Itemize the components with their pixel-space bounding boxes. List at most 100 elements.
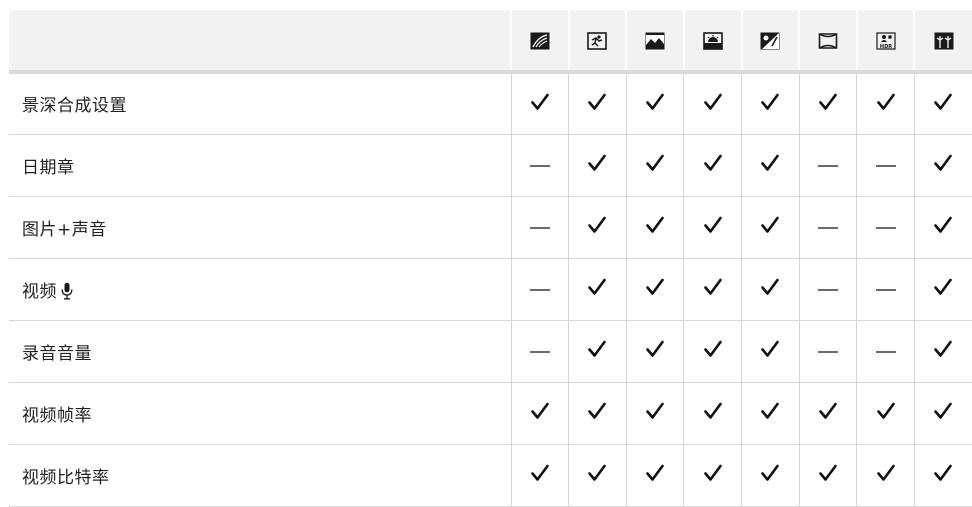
checkmark-icon bbox=[645, 153, 665, 173]
compat-cell bbox=[511, 444, 570, 507]
compat-cell bbox=[799, 134, 858, 197]
mode-compatibility-table: HDR 景深合成设置 日期章 图片+声音 视频 录音音量 视频帧率 视频比特率 bbox=[9, 10, 972, 507]
compat-cell bbox=[856, 72, 915, 135]
feature-label: 录音音量 bbox=[22, 343, 92, 364]
compat-cell bbox=[914, 196, 972, 259]
compat-cell bbox=[568, 382, 627, 445]
table-row: 景深合成设置 bbox=[9, 72, 972, 135]
checkmark-icon bbox=[933, 463, 953, 483]
compat-cell bbox=[741, 258, 800, 321]
row-label-cell: 视频比特率 bbox=[9, 444, 512, 507]
dash-icon bbox=[875, 227, 896, 229]
checkmark-icon bbox=[818, 401, 838, 421]
feature-label: 视频比特率 bbox=[22, 467, 110, 488]
row-label-cell: 录音音量 bbox=[9, 320, 512, 383]
compat-cell bbox=[683, 196, 742, 259]
compat-cell bbox=[856, 320, 915, 383]
checkmark-icon bbox=[645, 339, 665, 359]
compat-cell bbox=[626, 444, 685, 507]
checkmark-icon bbox=[933, 339, 953, 359]
checkmark-icon bbox=[760, 92, 780, 112]
checkmark-icon bbox=[876, 92, 896, 112]
compat-cell bbox=[799, 196, 858, 259]
checkmark-icon bbox=[587, 277, 607, 297]
checkmark-icon bbox=[760, 339, 780, 359]
checkmark-icon bbox=[760, 463, 780, 483]
compat-cell bbox=[683, 72, 742, 135]
header-mode-cell bbox=[741, 10, 801, 74]
compat-cell bbox=[741, 320, 800, 383]
checkmark-icon bbox=[933, 92, 953, 112]
compat-cell bbox=[568, 258, 627, 321]
table-row: 视频比特率 bbox=[9, 444, 972, 507]
table-row: 图片+声音 bbox=[9, 196, 972, 259]
checkmark-icon bbox=[703, 92, 723, 112]
compat-cell bbox=[799, 444, 858, 507]
header-mode-cell bbox=[511, 10, 570, 74]
compat-cell bbox=[914, 72, 972, 135]
panorama-icon bbox=[818, 32, 838, 50]
checkmark-icon bbox=[703, 339, 723, 359]
compat-cell bbox=[626, 72, 685, 135]
header-row: HDR bbox=[9, 10, 972, 74]
hdr-icon: HDR bbox=[875, 32, 896, 50]
feature-label: 图片+声音 bbox=[22, 219, 107, 240]
header-mode-cell bbox=[914, 10, 972, 74]
header-label-cell bbox=[9, 10, 512, 74]
compat-cell bbox=[683, 444, 742, 507]
checkmark-icon bbox=[645, 463, 665, 483]
dash-icon bbox=[529, 165, 550, 167]
dash-icon bbox=[529, 289, 550, 291]
checkmark-icon bbox=[587, 92, 607, 112]
checkmark-icon bbox=[645, 401, 665, 421]
compat-cell bbox=[511, 196, 570, 259]
checkmark-icon bbox=[760, 215, 780, 235]
table-body: 景深合成设置 日期章 图片+声音 视频 录音音量 视频帧率 视频比特率 bbox=[9, 72, 972, 507]
dash-icon bbox=[875, 289, 896, 291]
compat-cell bbox=[626, 382, 685, 445]
compat-cell bbox=[683, 258, 742, 321]
checkmark-icon bbox=[587, 153, 607, 173]
compat-cell bbox=[568, 196, 627, 259]
compat-cell bbox=[856, 258, 915, 321]
compat-cell bbox=[568, 320, 627, 383]
compat-cell bbox=[741, 196, 800, 259]
compat-cell bbox=[914, 134, 972, 197]
microphone-icon bbox=[61, 282, 73, 300]
checkmark-icon bbox=[587, 401, 607, 421]
sports-icon bbox=[587, 31, 608, 50]
compat-cell bbox=[799, 72, 858, 135]
feature-label: 日期章 bbox=[22, 157, 75, 178]
compat-cell bbox=[914, 382, 972, 445]
compat-cell bbox=[568, 134, 627, 197]
checkmark-icon bbox=[587, 215, 607, 235]
checkmark-icon bbox=[530, 401, 550, 421]
compat-cell bbox=[856, 134, 915, 197]
header-mode-cell bbox=[626, 10, 685, 74]
compat-cell bbox=[856, 444, 915, 507]
compat-cell bbox=[741, 444, 800, 507]
table-row: 视频帧率 bbox=[9, 382, 972, 445]
compat-cell bbox=[511, 382, 570, 445]
checkmark-icon bbox=[876, 463, 896, 483]
dash-icon bbox=[875, 165, 896, 167]
row-label-cell: 景深合成设置 bbox=[9, 72, 512, 135]
checkmark-icon bbox=[818, 463, 838, 483]
checkmark-icon bbox=[703, 463, 723, 483]
table-row: 录音音量 bbox=[9, 320, 972, 383]
dash-icon bbox=[875, 351, 896, 353]
compat-cell bbox=[741, 134, 800, 197]
dash-icon bbox=[817, 351, 838, 353]
svg-text:HDR: HDR bbox=[879, 44, 891, 50]
checkmark-icon bbox=[703, 215, 723, 235]
compat-cell bbox=[914, 444, 972, 507]
advanced-filter-icon bbox=[530, 32, 550, 50]
checkmark-icon bbox=[760, 153, 780, 173]
header-mode-cell bbox=[568, 10, 628, 74]
compat-cell bbox=[511, 72, 570, 135]
dash-icon bbox=[817, 289, 838, 291]
compat-cell bbox=[856, 382, 915, 445]
compat-cell bbox=[683, 320, 742, 383]
header-mode-cell bbox=[799, 10, 858, 74]
feature-label: 景深合成设置 bbox=[22, 96, 127, 117]
